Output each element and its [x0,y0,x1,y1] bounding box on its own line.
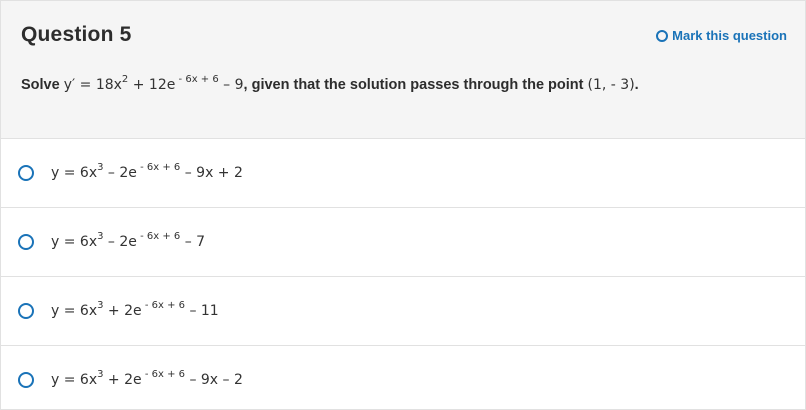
radio-button-icon[interactable] [18,165,34,181]
option-eq-a: y = 6x [51,165,98,181]
radio-button-icon[interactable] [18,234,34,250]
prompt-eq-base: y′ = 18x [63,77,122,93]
option-text: y = 6x3 – 2e - 6x + 6 – 9x + 2 [51,162,243,182]
option-eq-c: – 9x – 2 [185,372,243,388]
answer-option-3[interactable]: y = 6x3 + 2e - 6x + 6 – 11 [1,277,805,346]
option-eq-a: y = 6x [51,234,98,250]
option-eq-a: y = 6x [51,372,98,388]
answer-option-1[interactable]: y = 6x3 – 2e - 6x + 6 – 9x + 2 [1,139,805,208]
radio-button-icon[interactable] [18,372,34,388]
option-eq-c: – 9x + 2 [180,165,243,181]
option-eq-pow2: - 6x + 6 [136,231,181,242]
prompt-end: . [634,77,639,93]
question-title: Question 5 [21,23,132,46]
option-eq-a: y = 6x [51,303,98,319]
prompt-lead: Solve [21,77,64,93]
option-eq-pow2: - 6x + 6 [141,369,185,380]
prompt-point: (1, - 3) [587,77,635,93]
answer-option-4[interactable]: y = 6x3 + 2e - 6x + 6 – 9x – 2 [1,346,805,410]
prompt-rest: , given that the solution passes through… [243,77,588,93]
prompt-equation: y′ = 18x2 + 12e - 6x + 6 – 9 [63,74,244,94]
prompt-eq-mid: + 12e [128,77,176,93]
circle-outline-icon [656,29,669,42]
option-text: y = 6x3 – 2e - 6x + 6 – 7 [51,231,206,251]
option-eq-c: – 7 [180,234,206,250]
question-header: Question 5 Mark this question Solve y′ =… [1,1,805,139]
mark-question-label: Mark this question [672,28,787,43]
question-prompt: Solve y′ = 18x2 + 12e - 6x + 6 – 9, give… [21,74,639,94]
option-eq-b: + 2e [103,372,142,388]
option-eq-pow2: - 6x + 6 [141,300,185,311]
mark-question-button[interactable]: Mark this question [656,28,787,43]
option-eq-pow2: - 6x + 6 [136,162,181,173]
option-eq-b: – 2e [103,234,137,250]
option-text: y = 6x3 + 2e - 6x + 6 – 11 [51,300,219,320]
option-eq-c: – 11 [185,303,219,319]
radio-button-icon[interactable] [18,303,34,319]
option-eq-b: – 2e [103,165,137,181]
answer-option-2[interactable]: y = 6x3 – 2e - 6x + 6 – 7 [1,208,805,277]
question-card: Question 5 Mark this question Solve y′ =… [0,0,806,410]
prompt-eq-pow2: - 6x + 6 [175,74,219,85]
option-text: y = 6x3 + 2e - 6x + 6 – 9x – 2 [51,369,243,389]
option-eq-b: + 2e [103,303,142,319]
prompt-eq-tail: – 9 [218,77,244,93]
